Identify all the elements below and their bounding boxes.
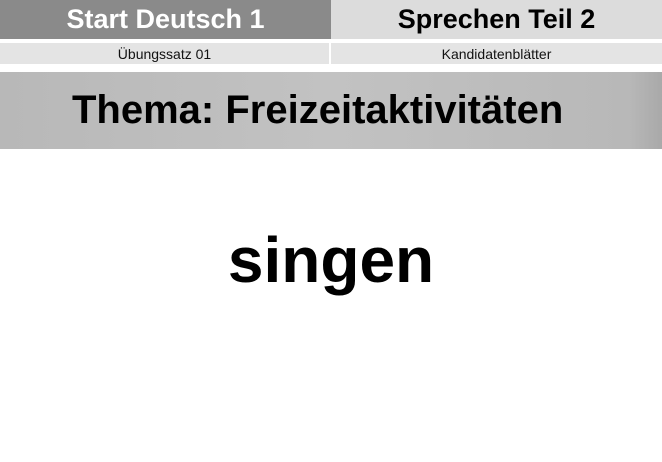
subheader: Übungssatz 01 Kandidatenblätter [0, 43, 662, 64]
candidate-sheets-label: Kandidatenblätter [331, 43, 662, 64]
card-word: singen [227, 224, 435, 296]
section-title: Sprechen Teil 2 [331, 0, 662, 39]
topic-banner: Thema: Freizeitaktivitäten [0, 72, 662, 149]
practice-set-label: Übungssatz 01 [0, 43, 329, 64]
card-page: Start Deutsch 1 Sprechen Teil 2 Übungssa… [0, 0, 662, 462]
exam-title: Start Deutsch 1 [0, 0, 331, 39]
topic-title: Thema: Freizeitaktivitäten [72, 88, 564, 132]
header: Start Deutsch 1 Sprechen Teil 2 [0, 0, 662, 39]
